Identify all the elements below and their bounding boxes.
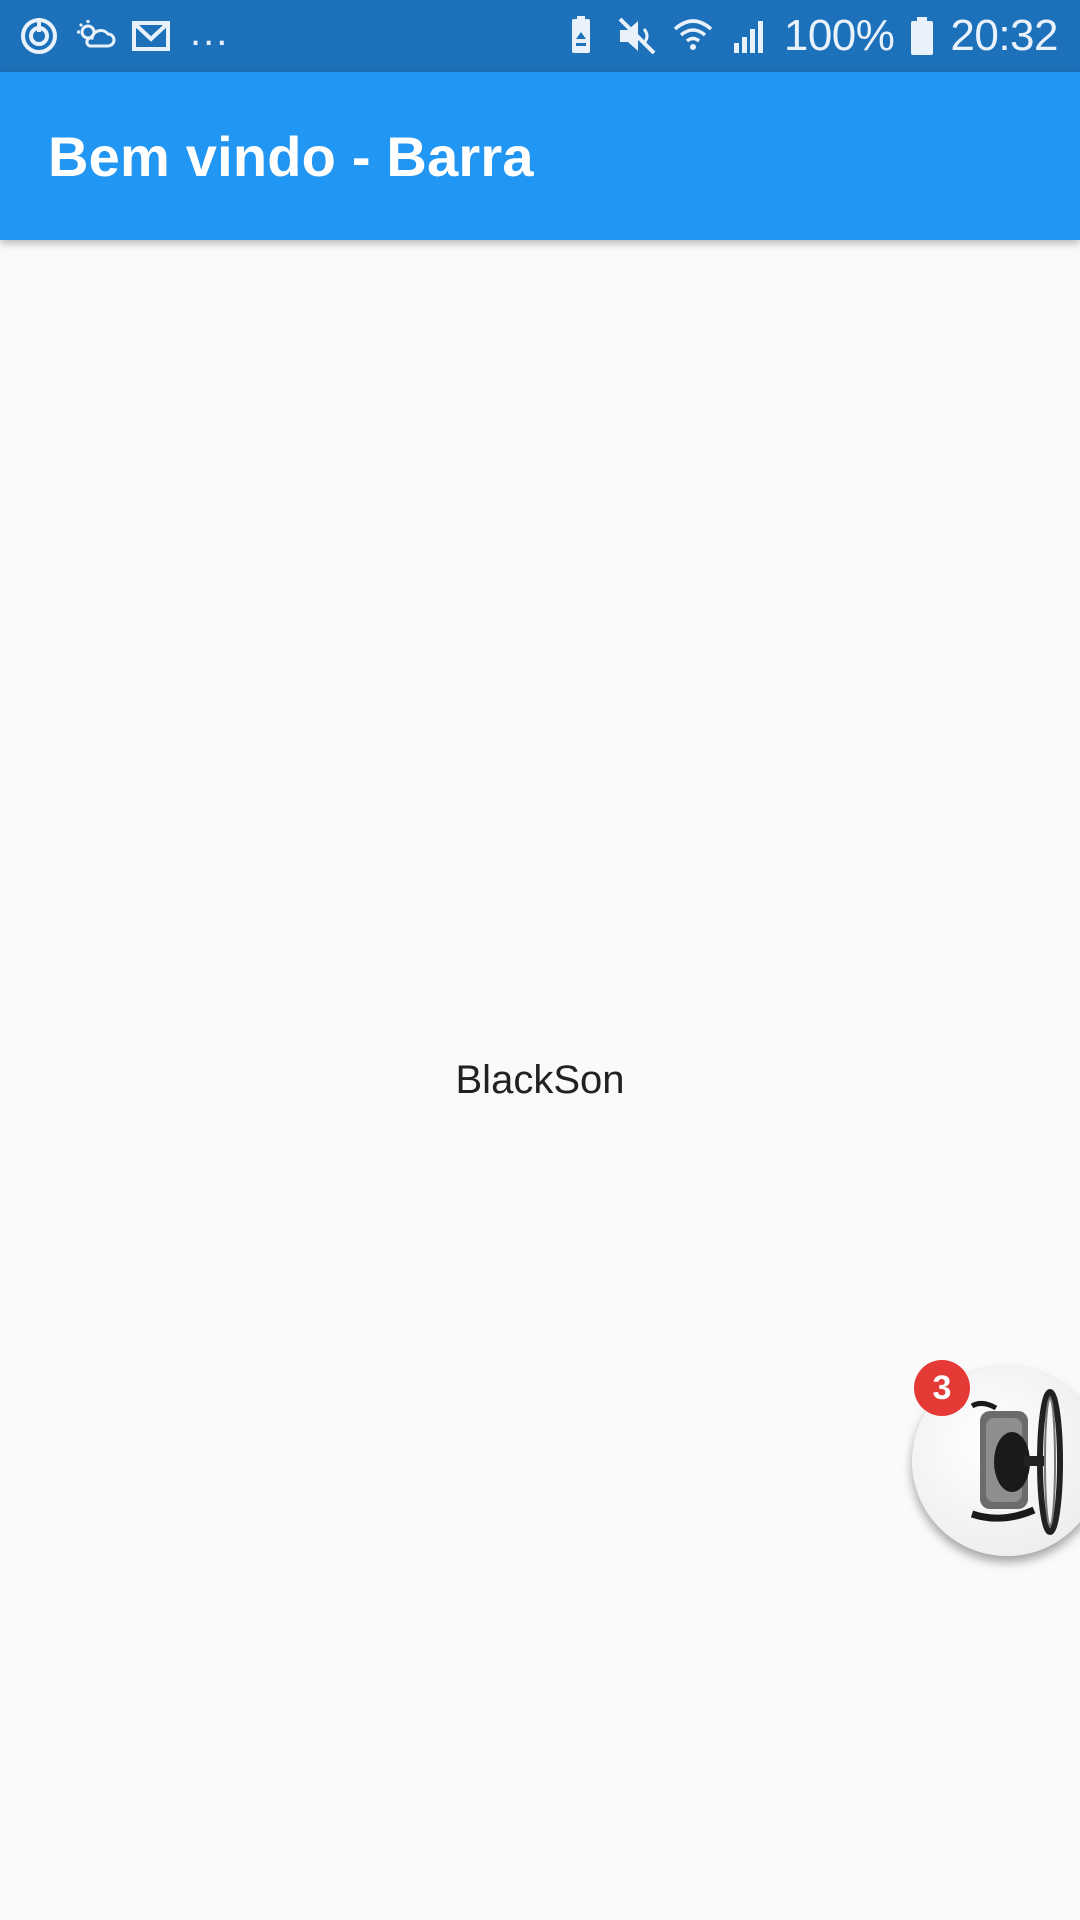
status-bar-left: ...: [18, 0, 229, 72]
center-text: BlackSon: [455, 1058, 625, 1102]
battery-percentage: 100%: [783, 11, 895, 60]
wifi-icon: [672, 15, 714, 57]
mute-icon: [616, 15, 658, 57]
clock: 20:32: [950, 11, 1058, 60]
gmail-icon: [130, 15, 172, 57]
data-saver-icon: [18, 15, 60, 57]
battery-icon: [908, 15, 936, 57]
notification-badge: 3: [914, 1360, 970, 1416]
battery-saver-icon: [560, 15, 602, 57]
signal-icon: [728, 15, 770, 57]
screen: ... 100% 20:32 Bem vindo - Barra BlackSo…: [0, 0, 1080, 1920]
more-notifications-indicator: ...: [190, 10, 230, 54]
app-bar: Bem vindo - Barra: [0, 72, 1080, 240]
weather-icon: [74, 15, 116, 57]
status-bar: ... 100% 20:32: [0, 0, 1080, 72]
status-bar-right: 100% 20:32: [560, 0, 1058, 72]
page-title: Bem vindo - Barra: [48, 124, 534, 188]
